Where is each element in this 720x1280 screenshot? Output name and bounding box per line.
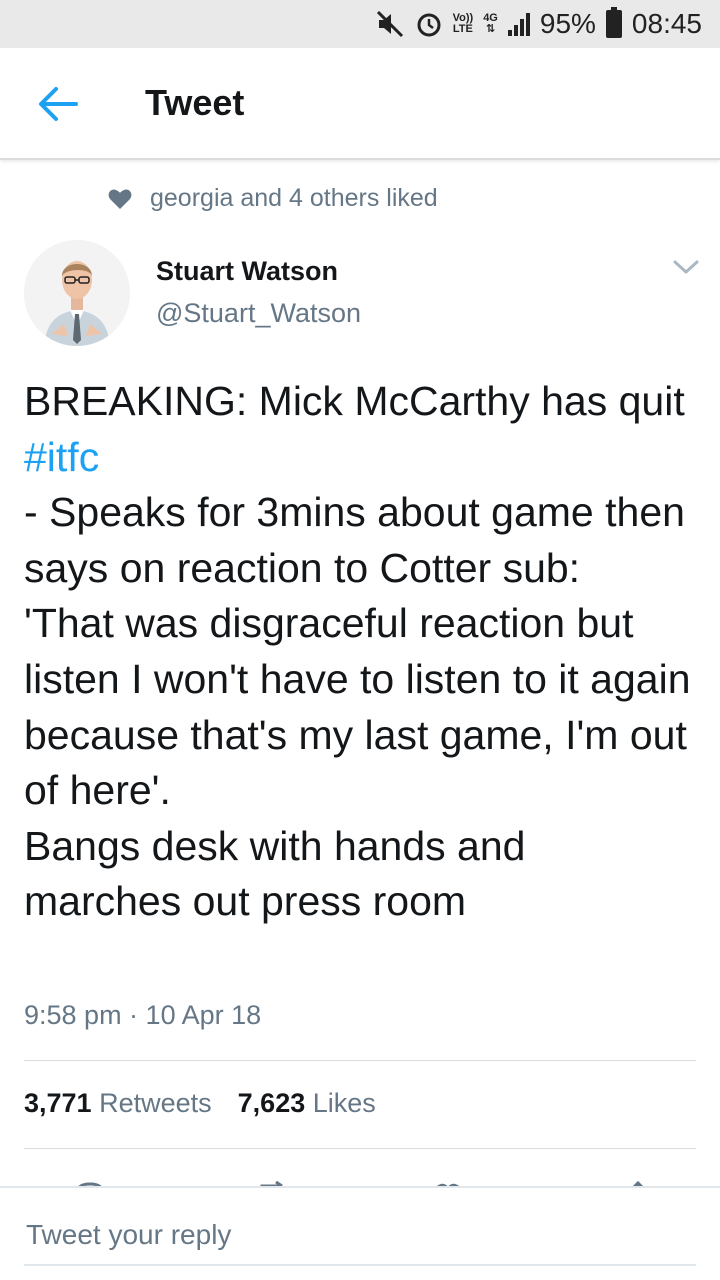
tweet-timestamp: 9:58 pm · 10 Apr 18	[24, 1000, 262, 1030]
back-arrow-icon	[39, 87, 78, 121]
author-handle[interactable]: @Stuart_Watson	[156, 298, 361, 329]
social-context-text: georgia and 4 others liked	[150, 184, 438, 212]
retweets-label: Retweets	[99, 1088, 212, 1118]
heart-icon	[108, 188, 132, 209]
volte-indicator: Vo)) LTE	[452, 12, 474, 35]
tweet-text: BREAKING: Mick McCarthy has quit #itfc -…	[24, 374, 694, 930]
signal-icon	[507, 12, 530, 36]
tweet-stats: 3,771 Retweets 7,623 Likes	[24, 1088, 376, 1119]
clock: 08:45	[631, 8, 702, 39]
reply-input[interactable]	[24, 1206, 696, 1266]
tweet-text-part: - Speaks for 3mins about game then says …	[24, 489, 691, 925]
status-bar: Vo)) LTE 4G ⇅ 95% 08:45	[0, 0, 720, 48]
divider	[24, 1148, 696, 1149]
app-bar: Tweet	[0, 48, 720, 160]
likes-label: Likes	[312, 1088, 376, 1118]
likes-stat[interactable]: 7,623 Likes	[238, 1088, 376, 1119]
network-type: 4G ⇅	[483, 12, 498, 35]
page-title: Tweet	[145, 82, 245, 123]
author-name[interactable]: Stuart Watson	[156, 256, 338, 287]
alarm-icon	[415, 10, 443, 38]
retweets-count: 3,771	[24, 1088, 92, 1118]
divider	[24, 1060, 696, 1061]
back-button[interactable]	[30, 76, 86, 132]
battery-percent: 95%	[539, 8, 596, 39]
avatar[interactable]	[24, 240, 130, 346]
hashtag-link[interactable]: #itfc	[24, 434, 99, 480]
retweets-stat[interactable]: 3,771 Retweets	[24, 1088, 212, 1119]
likes-count: 7,623	[237, 1088, 306, 1118]
social-context[interactable]: georgia and 4 others liked	[108, 184, 438, 213]
avatar-image	[24, 240, 130, 346]
battery-icon	[605, 7, 622, 38]
mute-icon	[375, 9, 405, 39]
tweet-text-part: BREAKING: Mick McCarthy has quit	[24, 378, 685, 424]
tweet-menu-button[interactable]	[670, 254, 702, 280]
chevron-down-icon	[673, 260, 699, 274]
reply-bar	[0, 1186, 720, 1280]
